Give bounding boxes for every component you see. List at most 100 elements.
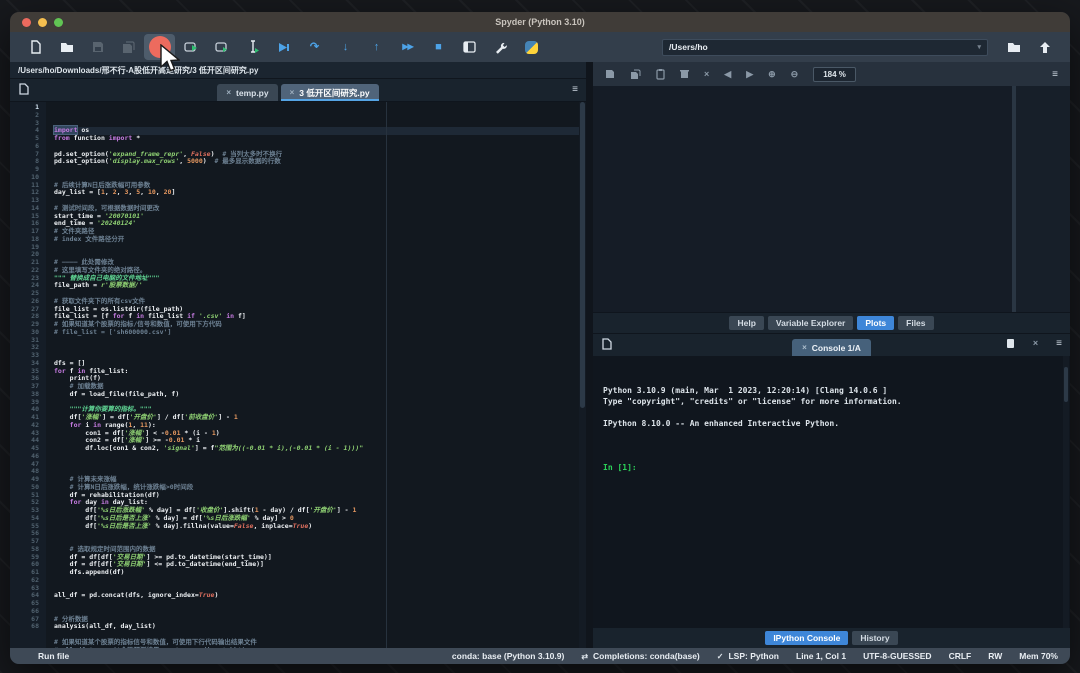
step-out-button[interactable]: ↑ xyxy=(361,34,392,60)
run-to-line-button[interactable]: ↷ xyxy=(299,34,330,60)
code-line[interactable]: df = load_file(file_path, f) xyxy=(54,390,586,399)
code-line[interactable]: pd.set_option('display.max_rows', 5000) … xyxy=(54,157,586,166)
new-console-icon[interactable] xyxy=(1006,338,1015,349)
continue-execution-button[interactable]: ▶▶ xyxy=(392,34,423,60)
status-item[interactable]: conda: base (Python 3.10.9) xyxy=(452,651,564,661)
scrollbar-thumb[interactable] xyxy=(580,102,585,408)
save-all-button[interactable] xyxy=(113,34,144,60)
new-file-button[interactable] xyxy=(20,34,51,60)
plots-options-menu-icon[interactable]: ≡ xyxy=(1052,69,1058,80)
browse-directory-button[interactable] xyxy=(998,34,1029,60)
code-line[interactable] xyxy=(54,577,586,585)
parent-directory-button[interactable] xyxy=(1029,34,1060,60)
console-scrollbar[interactable] xyxy=(1063,356,1069,628)
run-cell-advance-button[interactable] xyxy=(206,34,237,60)
interrupt-icon[interactable]: × xyxy=(1033,339,1038,348)
code-line[interactable]: # all_df.to_csv('个股预测结果.csv', encoding='… xyxy=(54,646,586,648)
code-line[interactable] xyxy=(54,344,586,352)
debug-file-button[interactable] xyxy=(268,34,299,60)
code-line[interactable]: analysis(all_df, day_list) xyxy=(54,622,586,631)
zoom-window-button[interactable] xyxy=(54,17,63,27)
save-plot-icon[interactable] xyxy=(605,69,615,79)
code-line[interactable] xyxy=(54,600,586,608)
code-line[interactable]: end_time = '20240124' xyxy=(54,219,586,228)
browse-tabs-icon[interactable] xyxy=(18,83,30,95)
code-line[interactable]: day_list = [1, 2, 3, 5, 10, 20] xyxy=(54,188,586,197)
code-line[interactable] xyxy=(54,251,586,259)
tab-research-py[interactable]: × 3 低开区间研究.py xyxy=(280,84,379,101)
console-tab[interactable]: × Console 1/A xyxy=(792,339,871,356)
remove-all-plots-icon[interactable]: × xyxy=(704,69,709,79)
close-window-button[interactable] xyxy=(22,17,31,27)
previous-plot-icon[interactable]: ◀ xyxy=(724,69,731,79)
status-item[interactable]: ⇄ Completions: conda(base) xyxy=(581,651,699,661)
close-tab-icon[interactable]: × xyxy=(290,88,295,97)
code-line[interactable] xyxy=(54,244,586,252)
code-line[interactable]: file_path = r'股票数据/' xyxy=(54,281,586,290)
save-button[interactable] xyxy=(82,34,113,60)
code-line[interactable]: print(f) xyxy=(54,374,586,383)
code-line[interactable] xyxy=(54,608,586,616)
code-line[interactable] xyxy=(54,337,586,345)
working-directory-combo[interactable]: /Users/ho ▾ xyxy=(662,38,988,56)
step-into-button[interactable]: ↓ xyxy=(330,34,361,60)
code-line[interactable]: df.loc[con1 & con2, 'signal'] = f"范围为((-… xyxy=(54,444,586,453)
run-cell-button[interactable] xyxy=(175,34,206,60)
run-file-button[interactable] xyxy=(144,34,175,60)
editor-options-menu-icon[interactable]: ≡ xyxy=(572,84,578,95)
tab-variable-explorer[interactable]: Variable Explorer xyxy=(767,316,854,330)
stop-button[interactable]: ■ xyxy=(423,34,454,60)
python-path-button[interactable] xyxy=(516,34,547,60)
status-item[interactable]: UTF-8-GUESSED xyxy=(863,651,931,661)
tab-files[interactable]: Files xyxy=(898,316,934,330)
console-input[interactable] xyxy=(637,463,642,472)
pane-splitter[interactable] xyxy=(586,62,593,648)
status-item[interactable]: RW xyxy=(988,651,1002,661)
code-line[interactable] xyxy=(54,352,586,360)
code-line[interactable] xyxy=(54,166,586,174)
code-line[interactable] xyxy=(54,453,586,461)
close-console-icon[interactable]: × xyxy=(802,343,807,352)
tab-help[interactable]: Help xyxy=(729,316,764,330)
status-item[interactable]: ✓ LSP: Python xyxy=(717,651,779,661)
editor-scrollbar[interactable] xyxy=(579,102,586,648)
status-item[interactable]: CRLF xyxy=(949,651,972,661)
code-line[interactable] xyxy=(54,468,586,476)
minimize-window-button[interactable] xyxy=(38,17,47,27)
status-item[interactable]: Line 1, Col 1 xyxy=(796,651,846,661)
code-line[interactable]: df['%s日后是否上涨' % day].fillna(value=False,… xyxy=(54,522,586,531)
code-line[interactable] xyxy=(54,530,586,538)
plot-zoom-level[interactable]: 184 % xyxy=(813,66,856,82)
code-line[interactable]: # file_list = ['sh600000.csv'] xyxy=(54,328,586,337)
code-lines[interactable]: import os from function import * pd.set_op… xyxy=(46,102,586,648)
code-line[interactable]: # 文件夹路径 xyxy=(54,227,586,236)
maximize-pane-button[interactable] xyxy=(454,34,485,60)
ipython-console[interactable]: Python 3.10.9 (main, Mar 1 2023, 12:20:1… xyxy=(593,356,1070,628)
console-options-menu-icon[interactable]: ≡ xyxy=(1056,338,1062,349)
zoom-in-icon[interactable]: ⊕ xyxy=(768,69,776,79)
browse-consoles-icon[interactable] xyxy=(601,338,613,350)
remove-plot-icon[interactable] xyxy=(680,69,689,79)
code-editor[interactable]: 1 2 3 4 5 6 7 8 9 10 11 12 13 14 15 16 17 18 19 20 21 22 23 24 2… xyxy=(10,102,586,648)
plot-thumbnails-strip[interactable] xyxy=(1012,86,1070,312)
code-line[interactable]: all_df = pd.concat(dfs, ignore_index=Tru… xyxy=(54,591,586,600)
close-tab-icon[interactable]: × xyxy=(226,88,231,97)
code-line[interactable]: from function import * xyxy=(54,134,586,143)
run-selection-button[interactable] xyxy=(237,34,268,60)
code-line[interactable] xyxy=(54,461,586,469)
tab-plots[interactable]: Plots xyxy=(857,316,895,330)
tab-ipython-console[interactable]: IPython Console xyxy=(765,631,849,645)
save-all-plots-icon[interactable] xyxy=(630,69,641,80)
next-plot-icon[interactable]: ▶ xyxy=(746,69,753,79)
zoom-out-icon[interactable]: ⊖ xyxy=(791,69,799,79)
status-item[interactable]: Mem 70% xyxy=(1019,651,1058,661)
code-line[interactable]: dfs.append(df) xyxy=(54,568,586,577)
tab-temp-py[interactable]: × temp.py xyxy=(217,84,278,101)
code-line[interactable]: for f in file_list: xyxy=(54,367,586,376)
copy-plot-icon[interactable] xyxy=(656,68,665,80)
preferences-button[interactable] xyxy=(485,34,516,60)
code-line[interactable]: # index 文件路径分开 xyxy=(54,235,586,244)
tab-history[interactable]: History xyxy=(852,631,898,645)
open-file-button[interactable] xyxy=(51,34,82,60)
scrollbar-thumb[interactable] xyxy=(1064,366,1068,403)
